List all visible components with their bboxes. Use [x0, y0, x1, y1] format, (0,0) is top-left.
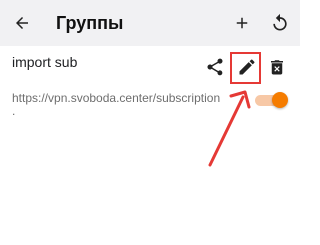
subscription-extra: . — [12, 104, 16, 118]
subscription-url: https://vpn.svoboda.center/subscription — [12, 91, 221, 105]
arrow-back-icon — [16, 17, 28, 29]
subscription-enable-toggle[interactable] — [255, 92, 288, 108]
edit-highlight-box — [230, 52, 261, 84]
subscription-name: import sub — [12, 54, 78, 70]
delete-button[interactable] — [262, 52, 292, 82]
plus-icon — [236, 17, 248, 29]
refresh-button[interactable] — [262, 0, 298, 46]
share-button[interactable] — [200, 52, 230, 82]
share-icon — [207, 58, 223, 76]
add-group-button[interactable] — [224, 0, 260, 46]
app-toolbar: Группы — [0, 0, 300, 46]
page-title: Группы — [56, 13, 124, 33]
toggle-thumb — [272, 92, 288, 108]
delete-icon — [271, 60, 283, 75]
back-button[interactable] — [4, 0, 40, 46]
refresh-icon — [273, 13, 287, 31]
